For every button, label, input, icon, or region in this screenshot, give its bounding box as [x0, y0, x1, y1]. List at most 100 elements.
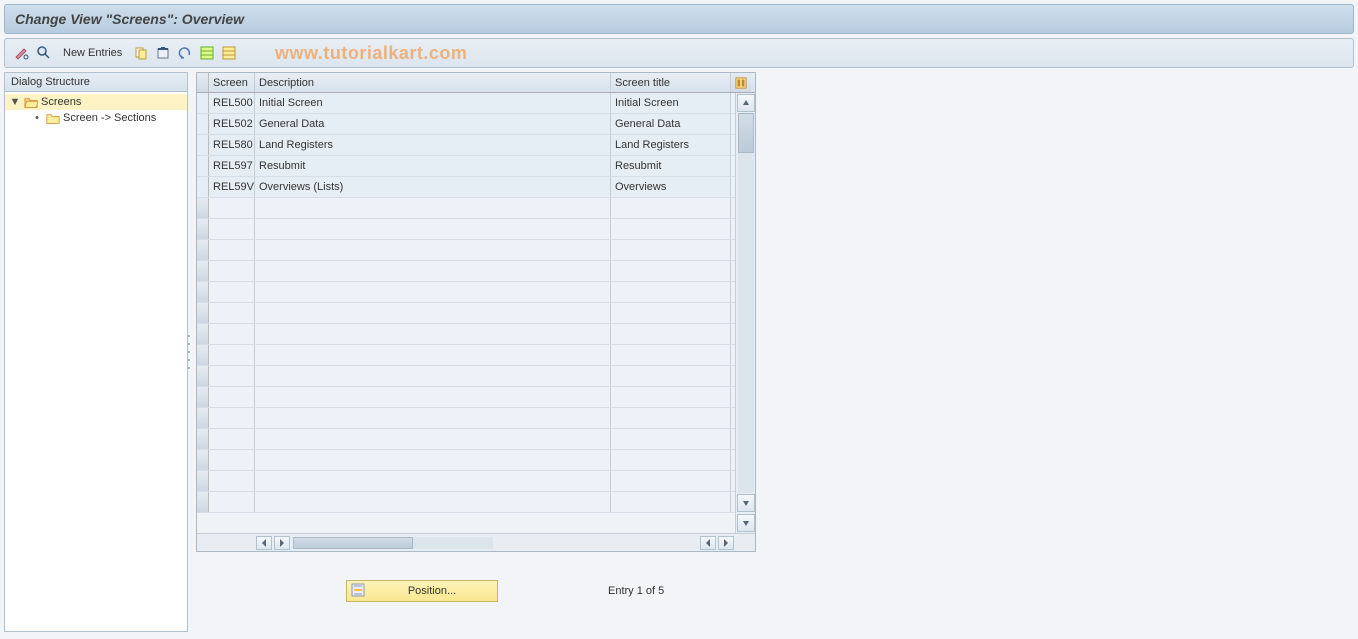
column-header-description[interactable]: Description [255, 73, 611, 92]
collapse-arrow-icon[interactable]: ▼ [9, 96, 21, 108]
pencil-glasses-icon[interactable] [13, 44, 31, 62]
row-selector[interactable] [197, 135, 209, 155]
table-row[interactable] [197, 198, 735, 219]
cell-description[interactable]: General Data [255, 114, 611, 134]
table-row[interactable] [197, 429, 735, 450]
cell-description[interactable]: Land Registers [255, 135, 611, 155]
cell-description[interactable] [255, 345, 611, 365]
row-selector[interactable] [197, 387, 209, 407]
row-selector[interactable] [197, 93, 209, 113]
cell-description[interactable] [255, 219, 611, 239]
cell-description[interactable] [255, 324, 611, 344]
cell-description[interactable] [255, 240, 611, 260]
cell-screen-title[interactable]: Overviews [611, 177, 731, 197]
cell-screen-title[interactable] [611, 240, 731, 260]
cell-screen[interactable]: REL59V [209, 177, 255, 197]
scroll-track[interactable] [738, 113, 754, 493]
scroll-thumb[interactable] [738, 113, 754, 153]
row-selector[interactable] [197, 261, 209, 281]
cell-screen[interactable] [209, 345, 255, 365]
table-row[interactable] [197, 261, 735, 282]
table-row[interactable] [197, 219, 735, 240]
cell-screen[interactable] [209, 240, 255, 260]
row-selector[interactable] [197, 429, 209, 449]
cell-description[interactable]: Overviews (Lists) [255, 177, 611, 197]
cell-description[interactable]: Initial Screen [255, 93, 611, 113]
vertical-scrollbar[interactable] [735, 93, 755, 533]
table-row[interactable] [197, 492, 735, 513]
cell-screen[interactable] [209, 387, 255, 407]
cell-screen[interactable]: REL500 [209, 93, 255, 113]
cell-screen[interactable] [209, 450, 255, 470]
cell-screen-title[interactable] [611, 408, 731, 428]
cell-screen-title[interactable]: General Data [611, 114, 731, 134]
table-row[interactable] [197, 240, 735, 261]
cell-description[interactable] [255, 261, 611, 281]
undo-icon[interactable] [176, 44, 194, 62]
cell-screen-title[interactable]: Land Registers [611, 135, 731, 155]
table-row[interactable] [197, 324, 735, 345]
row-selector[interactable] [197, 303, 209, 323]
column-header-screen-title[interactable]: Screen title [611, 73, 731, 92]
scroll-down-icon[interactable] [737, 514, 755, 532]
cell-screen-title[interactable] [611, 366, 731, 386]
cell-screen-title[interactable]: Resubmit [611, 156, 731, 176]
cell-description[interactable] [255, 198, 611, 218]
hscroll-track[interactable] [293, 537, 493, 549]
cell-description[interactable] [255, 471, 611, 491]
cell-description[interactable] [255, 408, 611, 428]
table-row[interactable]: REL597ResubmitResubmit [197, 156, 735, 177]
row-selector[interactable] [197, 324, 209, 344]
splitter-handle[interactable] [187, 332, 191, 372]
table-row[interactable] [197, 366, 735, 387]
scroll-down-icon[interactable] [737, 494, 755, 512]
table-row[interactable] [197, 450, 735, 471]
cell-screen-title[interactable] [611, 198, 731, 218]
scroll-up-icon[interactable] [737, 94, 755, 112]
row-selector-header[interactable] [197, 73, 209, 92]
cell-screen-title[interactable] [611, 345, 731, 365]
cell-description[interactable]: Resubmit [255, 156, 611, 176]
row-selector[interactable] [197, 114, 209, 134]
cell-screen[interactable] [209, 261, 255, 281]
cell-screen[interactable]: REL502 [209, 114, 255, 134]
cell-description[interactable] [255, 492, 611, 512]
scroll-right-icon[interactable] [274, 536, 290, 550]
cell-description[interactable] [255, 303, 611, 323]
row-selector[interactable] [197, 156, 209, 176]
cell-screen[interactable] [209, 198, 255, 218]
scroll-left-icon[interactable] [256, 536, 272, 550]
cell-screen[interactable] [209, 282, 255, 302]
row-selector[interactable] [197, 219, 209, 239]
deselect-all-icon[interactable] [220, 44, 238, 62]
table-row[interactable]: REL502General DataGeneral Data [197, 114, 735, 135]
cell-screen-title[interactable] [611, 387, 731, 407]
scroll-left-icon[interactable] [700, 536, 716, 550]
cell-screen-title[interactable] [611, 471, 731, 491]
cell-description[interactable] [255, 282, 611, 302]
new-entries-button[interactable]: New Entries [57, 45, 128, 61]
row-selector[interactable] [197, 450, 209, 470]
select-all-icon[interactable] [198, 44, 216, 62]
row-selector[interactable] [197, 366, 209, 386]
delete-icon[interactable] [154, 44, 172, 62]
table-row[interactable] [197, 471, 735, 492]
table-config-button[interactable] [731, 73, 751, 92]
cell-screen-title[interactable] [611, 324, 731, 344]
tree-node-screen-sections[interactable]: • Screen -> Sections [5, 110, 187, 126]
cell-description[interactable] [255, 429, 611, 449]
row-selector[interactable] [197, 408, 209, 428]
cell-screen-title[interactable]: Initial Screen [611, 93, 731, 113]
table-row[interactable] [197, 303, 735, 324]
column-header-screen[interactable]: Screen [209, 73, 255, 92]
scroll-right-icon[interactable] [718, 536, 734, 550]
cell-description[interactable] [255, 387, 611, 407]
cell-screen[interactable] [209, 492, 255, 512]
horizontal-scrollbar[interactable] [197, 533, 755, 551]
copy-icon[interactable] [132, 44, 150, 62]
table-row[interactable] [197, 387, 735, 408]
row-selector[interactable] [197, 240, 209, 260]
cell-screen[interactable] [209, 303, 255, 323]
cell-screen[interactable]: REL580 [209, 135, 255, 155]
cell-screen[interactable] [209, 408, 255, 428]
